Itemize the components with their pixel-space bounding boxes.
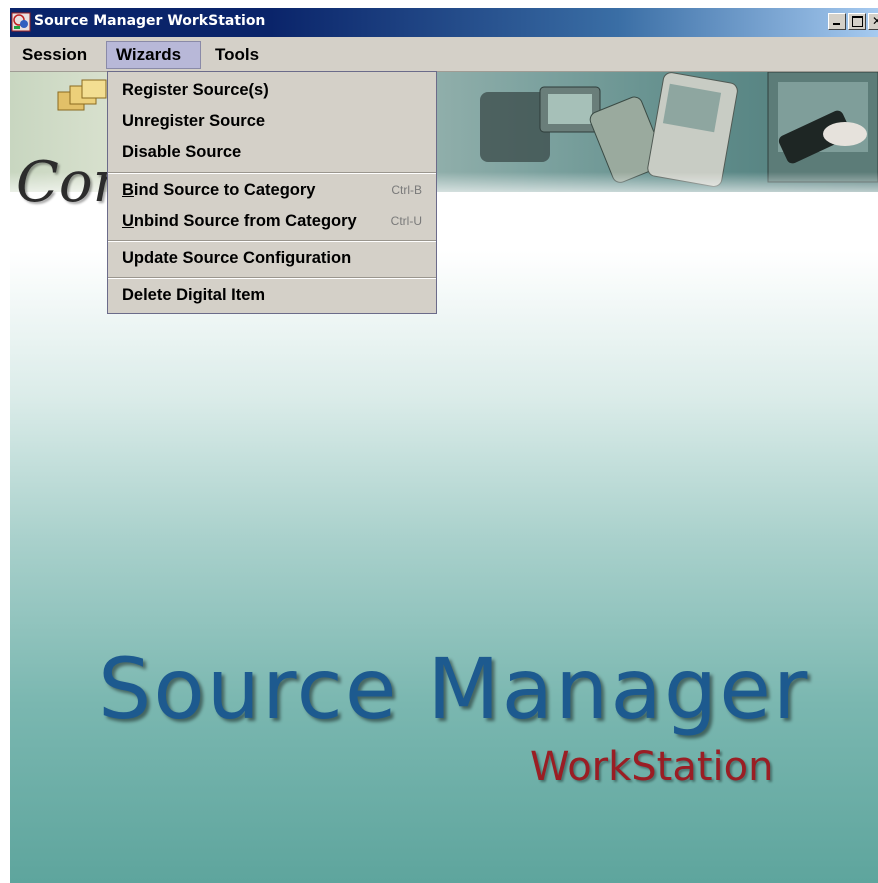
menu-item-update-config[interactable]: Update Source Configuration — [108, 243, 436, 273]
menu-bar: Session Wizards Tools — [10, 38, 878, 72]
menu-separator — [108, 240, 436, 242]
menu-item-unbind-source[interactable]: Unbind Source from Category Ctrl-U — [108, 206, 436, 236]
menu-separator — [108, 172, 436, 174]
maximize-button[interactable] — [848, 13, 866, 30]
menu-item-unregister-source[interactable]: Unregister Source — [108, 106, 436, 136]
mnemonic: U — [122, 212, 134, 230]
menu-item-label-rest: ind Source to Category — [133, 181, 316, 199]
menu-item-disable-source[interactable]: Disable Source — [108, 137, 436, 167]
title-bar[interactable]: Source Manager WorkStation ✕ — [10, 8, 878, 37]
menu-item-label: Disable Source — [122, 143, 242, 161]
menu-item-label: Register Source(s) — [122, 81, 269, 99]
window-title: Source Manager WorkStation — [34, 13, 266, 29]
menu-wizards[interactable]: Wizards — [106, 41, 201, 69]
menu-item-label: Unbind Source from Category — [122, 206, 357, 236]
menu-tools[interactable]: Tools — [206, 41, 268, 69]
menu-item-delete-digital-item[interactable]: Delete Digital Item — [108, 280, 436, 310]
folders-icon — [57, 79, 107, 111]
wizards-dropdown: Register Source(s) Unregister Source Dis… — [107, 71, 437, 314]
accelerator: Ctrl-B — [391, 183, 422, 197]
mnemonic: B — [122, 181, 134, 199]
splash-subtitle: WorkStation — [530, 744, 774, 790]
menu-item-label: Delete Digital Item — [122, 286, 266, 304]
app-window: Source Manager WorkStation ✕ Session Wiz… — [10, 8, 878, 883]
window-controls: ✕ — [828, 13, 878, 30]
menu-item-label: Unregister Source — [122, 112, 266, 130]
close-button[interactable]: ✕ — [868, 13, 878, 30]
menu-item-label-rest: nbind Source from Category — [133, 212, 357, 230]
menu-separator — [108, 277, 436, 279]
menu-item-bind-source[interactable]: Bind Source to Category Ctrl-B — [108, 175, 436, 205]
minimize-button[interactable] — [828, 13, 846, 30]
accelerator: Ctrl-U — [390, 214, 422, 228]
menu-item-register-sources[interactable]: Register Source(s) — [108, 75, 436, 105]
app-logo-icon — [11, 12, 31, 32]
menu-session[interactable]: Session — [13, 41, 96, 69]
menu-item-label: Update Source Configuration — [122, 249, 352, 267]
splash-title: Source Manager — [98, 640, 810, 738]
menu-item-label: Bind Source to Category — [122, 175, 315, 205]
